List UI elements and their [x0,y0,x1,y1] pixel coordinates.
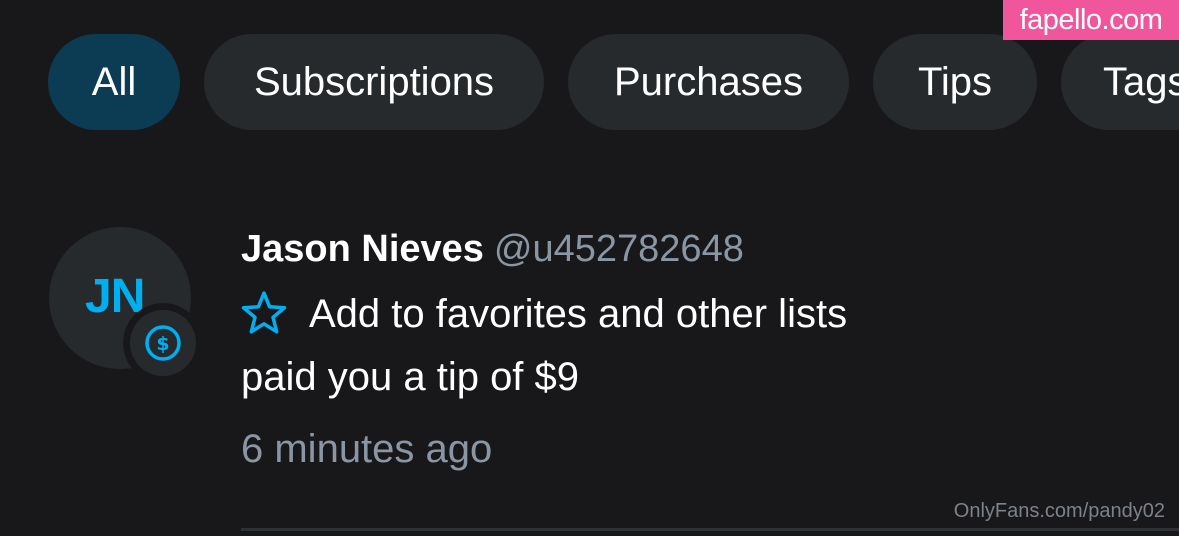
user-handle[interactable]: @u452782648 [494,228,744,270]
watermark-text: fapello.com [1019,4,1163,36]
tab-tips[interactable]: Tips [873,34,1037,130]
tab-all[interactable]: All [48,34,180,130]
star-outline-icon [241,290,287,339]
notification-time: 6 minutes ago [241,427,493,471]
notifications-screen: All Subscriptions Purchases Tips Tags fa… [0,0,1179,536]
tab-label: Tags [1103,59,1179,104]
footer-watermark: OnlyFans.com/pandy02 [953,500,1165,522]
site-watermark-badge: fapello.com [1003,0,1179,40]
notification-message: paid you a tip of $9 [241,355,580,399]
add-to-favorites-button[interactable]: Add to favorites and other lists [241,290,847,339]
tab-tags[interactable]: Tags [1061,34,1179,130]
tab-subscriptions[interactable]: Subscriptions [204,34,544,130]
notification-author: Jason Nieves @u452782648 [241,228,744,271]
favorites-label: Add to favorites and other lists [309,292,848,336]
tab-label: All [91,59,137,104]
tip-badge: $ [123,303,203,383]
tab-label: Purchases [614,59,803,104]
user-name[interactable]: Jason Nieves [241,228,484,270]
svg-text:$: $ [156,333,169,355]
tab-label: Tips [917,59,993,104]
tab-purchases[interactable]: Purchases [568,34,849,130]
divider [241,528,1179,531]
filter-tabs: All Subscriptions Purchases Tips Tags [48,34,1179,130]
tab-label: Subscriptions [253,59,495,104]
dollar-circle-icon: $ [130,310,196,376]
